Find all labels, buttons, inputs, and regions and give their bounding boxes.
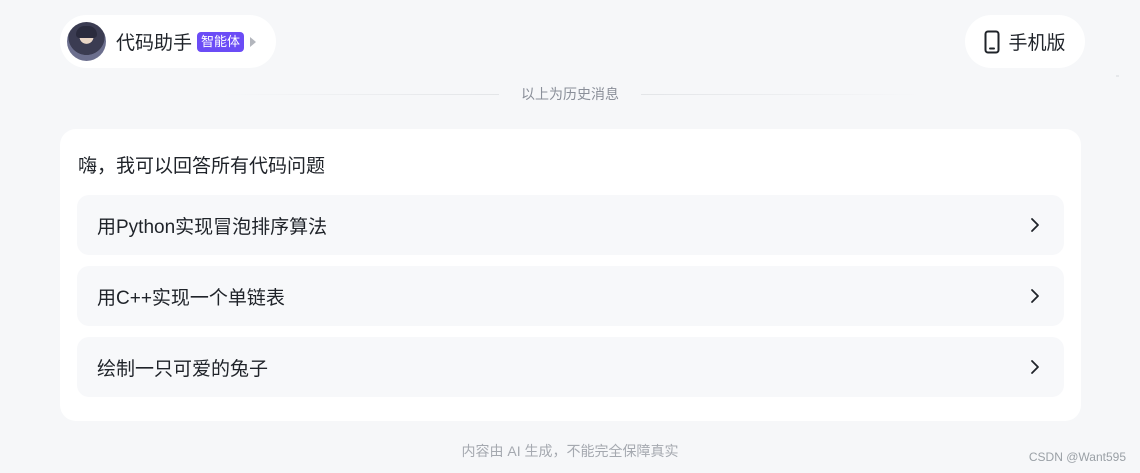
phone-icon: [984, 30, 1000, 53]
history-divider-text: 以上为历史消息: [521, 86, 619, 102]
agent-name: 代码助手: [116, 33, 193, 54]
caret-right-icon: [250, 36, 257, 47]
suggestion-item[interactable]: 绘制一只可爱的兔子: [77, 337, 1064, 397]
chevron-right-icon: [1031, 218, 1039, 232]
greeting-text: 嗨，我可以回答所有代码问题: [78, 156, 326, 177]
welcome-card: 嗨，我可以回答所有代码问题 用Python实现冒泡排序算法 用C++实现一个单链…: [60, 129, 1081, 421]
decorative-dot: [1116, 75, 1119, 77]
suggestion-item[interactable]: 用C++实现一个单链表: [77, 266, 1064, 326]
chevron-right-icon: [1031, 289, 1039, 303]
agent-avatar: [67, 22, 106, 61]
watermark: CSDN @Want595: [1028, 450, 1126, 464]
divider-line-left: [220, 93, 499, 95]
mobile-version-label: 手机版: [1008, 33, 1066, 54]
suggestion-item[interactable]: 用Python实现冒泡排序算法: [77, 195, 1064, 255]
suggestion-label: 用Python实现冒泡排序算法: [97, 216, 328, 238]
mobile-version-button[interactable]: 手机版: [965, 15, 1085, 68]
suggestion-label: 用C++实现一个单链表: [97, 287, 285, 309]
agent-header[interactable]: 代码助手 智能体: [60, 15, 276, 68]
ai-disclaimer: 内容由 AI 生成，不能完全保障真实: [461, 443, 679, 459]
suggestion-label: 绘制一只可爱的兔子: [97, 358, 269, 380]
history-divider: 以上为历史消息: [220, 84, 920, 104]
divider-line-right: [641, 93, 920, 95]
agent-badge: 智能体: [197, 31, 245, 52]
chevron-right-icon: [1031, 360, 1039, 374]
